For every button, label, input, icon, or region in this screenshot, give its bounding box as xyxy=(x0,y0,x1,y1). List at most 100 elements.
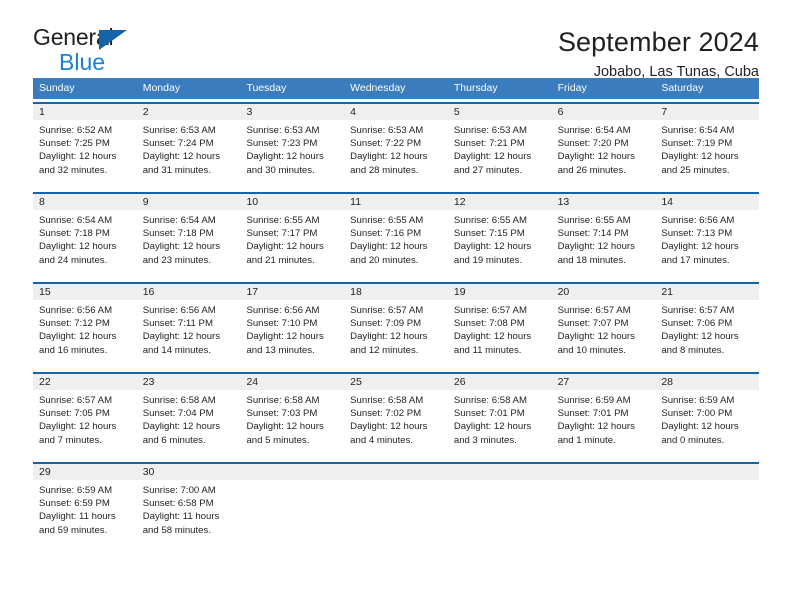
day-number: 10 xyxy=(240,194,345,210)
day-cell[interactable]: 13 Sunrise: 6:55 AM Sunset: 7:14 PM Dayligh… xyxy=(551,194,656,275)
day-detail-line: Sunset: 7:09 PM xyxy=(350,318,422,330)
day-detail-line: Daylight: 12 hours xyxy=(661,151,739,163)
day-cell[interactable]: 30 Sunrise: 7:00 AM Sunset: 6:58 PM Dayligh… xyxy=(136,464,241,545)
day-detail-line: Daylight: 12 hours xyxy=(246,331,324,343)
day-number: 20 xyxy=(551,284,656,300)
day-cell[interactable]: 22 Sunrise: 6:57 AM Sunset: 7:05 PM Dayligh… xyxy=(33,374,137,455)
day-cell[interactable]: 20 Sunrise: 6:57 AM Sunset: 7:07 PM Dayligh… xyxy=(551,284,656,365)
day-detail-line: Sunset: 7:18 PM xyxy=(142,228,214,240)
day-detail-line: Daylight: 12 hours xyxy=(246,241,324,253)
day-cell[interactable]: 9 Sunrise: 6:54 AM Sunset: 7:18 PM Daylight… xyxy=(136,194,241,275)
day-cell[interactable]: 8 Sunrise: 6:54 AM Sunset: 7:18 PM Daylight… xyxy=(33,194,137,275)
day-cell[interactable]: 11 Sunrise: 6:55 AM Sunset: 7:16 PM Dayligh… xyxy=(344,194,448,275)
day-details: Sunrise: 6:57 AM Sunset: 7:08 PM Daylight:… xyxy=(448,300,552,357)
day-number: 5 xyxy=(447,104,552,120)
day-detail-line: and 23 minutes. xyxy=(142,254,211,266)
day-number: 12 xyxy=(447,194,552,210)
day-number: 1 xyxy=(33,104,137,120)
day-cell[interactable]: 4 Sunrise: 6:53 AM Sunset: 7:22 PM Daylight… xyxy=(344,104,448,185)
day-detail-line: and 24 minutes. xyxy=(39,254,108,266)
day-details: Sunrise: 6:53 AM Sunset: 7:24 PM Daylight:… xyxy=(137,120,241,177)
day-detail-line: Daylight: 12 hours xyxy=(39,421,117,433)
day-cell[interactable]: 28 Sunrise: 6:59 AM Sunset: 7:00 PM Dayligh… xyxy=(655,374,760,455)
day-detail-line: Sunset: 7:19 PM xyxy=(661,138,733,150)
day-details: Sunrise: 6:59 AM Sunset: 6:59 PM Daylight:… xyxy=(33,480,137,537)
day-details: Sunrise: 6:58 AM Sunset: 7:01 PM Daylight:… xyxy=(448,390,552,447)
calendar-week-row: 8 Sunrise: 6:54 AM Sunset: 7:18 PM Daylight… xyxy=(33,192,760,275)
day-detail-line: Daylight: 12 hours xyxy=(453,421,532,433)
day-cell[interactable]: 3 Sunrise: 6:53 AM Sunset: 7:23 PM Daylight… xyxy=(240,104,345,185)
brand-name-general: General xyxy=(33,24,114,50)
day-detail-line: Daylight: 12 hours xyxy=(557,241,635,253)
day-cell[interactable]: 25 Sunrise: 6:58 AM Sunset: 7:02 PM Dayligh… xyxy=(344,374,448,455)
dow-monday: Monday xyxy=(142,82,181,94)
day-cell[interactable]: 12 Sunrise: 6:55 AM Sunset: 7:15 PM Dayligh… xyxy=(447,194,552,275)
day-cell[interactable]: 6 Sunrise: 6:54 AM Sunset: 7:20 PM Daylight… xyxy=(551,104,656,185)
day-cell[interactable]: 14 Sunrise: 6:56 AM Sunset: 7:13 PM Dayligh… xyxy=(655,194,760,275)
day-cell[interactable]: 23 Sunrise: 6:58 AM Sunset: 7:04 PM Dayligh… xyxy=(136,374,241,455)
day-detail-line: Daylight: 12 hours xyxy=(39,151,117,163)
day-detail-line: Daylight: 12 hours xyxy=(246,151,324,163)
day-detail-line: Sunrise: 6:59 AM xyxy=(557,395,631,406)
day-cell[interactable]: 17 Sunrise: 6:56 AM Sunset: 7:10 PM Dayligh… xyxy=(240,284,345,365)
brand-triangle-icon xyxy=(99,30,127,50)
calendar-week-row: 29 Sunrise: 6:59 AM Sunset: 6:59 PM Dayligh… xyxy=(33,462,760,545)
day-detail-line: and 7 minutes. xyxy=(39,434,102,446)
day-details: Sunrise: 6:57 AM Sunset: 7:09 PM Daylight:… xyxy=(344,300,448,357)
day-number: 14 xyxy=(655,194,760,210)
day-cell[interactable]: 2 Sunrise: 6:53 AM Sunset: 7:24 PM Daylight… xyxy=(136,104,241,185)
day-detail-line: Daylight: 12 hours xyxy=(661,331,739,343)
day-detail-line: and 19 minutes. xyxy=(453,254,523,266)
day-number: 16 xyxy=(136,284,241,300)
day-detail-line: and 20 minutes. xyxy=(350,254,419,266)
day-detail-line: Sunrise: 6:52 AM xyxy=(39,125,113,136)
day-cell[interactable]: 29 Sunrise: 6:59 AM Sunset: 6:59 PM Dayligh… xyxy=(33,464,137,545)
day-cell[interactable]: 1 Sunrise: 6:52 AM Sunset: 7:25 PM Daylight… xyxy=(33,104,137,185)
day-number xyxy=(447,464,552,480)
day-detail-line: Daylight: 12 hours xyxy=(453,241,532,253)
day-detail-line: Sunrise: 6:57 AM xyxy=(453,305,527,316)
day-cell[interactable]: 27 Sunrise: 6:59 AM Sunset: 7:01 PM Dayligh… xyxy=(551,374,656,455)
day-detail-line: Sunrise: 6:57 AM xyxy=(39,395,113,406)
day-cell[interactable]: 21 Sunrise: 6:57 AM Sunset: 7:06 PM Dayligh… xyxy=(655,284,760,365)
day-detail-line: Sunrise: 6:58 AM xyxy=(142,395,216,406)
day-details: Sunrise: 6:56 AM Sunset: 7:13 PM Daylight:… xyxy=(655,210,759,267)
day-detail-line: and 32 minutes. xyxy=(39,164,108,176)
day-number xyxy=(240,464,345,480)
day-details xyxy=(344,480,448,484)
day-cell[interactable]: 7 Sunrise: 6:54 AM Sunset: 7:19 PM Daylight… xyxy=(655,104,760,185)
day-detail-line: Sunset: 7:20 PM xyxy=(557,138,629,150)
day-number: 25 xyxy=(344,374,448,390)
day-cell[interactable]: 15 Sunrise: 6:56 AM Sunset: 7:12 PM Dayligh… xyxy=(33,284,137,365)
day-details: Sunrise: 6:55 AM Sunset: 7:17 PM Daylight:… xyxy=(240,210,344,267)
day-cell[interactable]: 10 Sunrise: 6:55 AM Sunset: 7:17 PM Dayligh… xyxy=(240,194,345,275)
day-details: Sunrise: 6:53 AM Sunset: 7:22 PM Daylight:… xyxy=(344,120,448,177)
day-details: Sunrise: 6:57 AM Sunset: 7:05 PM Daylight:… xyxy=(33,390,137,447)
day-details: Sunrise: 7:00 AM Sunset: 6:58 PM Daylight:… xyxy=(137,480,241,537)
day-detail-line: Daylight: 12 hours xyxy=(350,151,428,163)
day-detail-line: Sunrise: 6:53 AM xyxy=(453,125,527,136)
day-cell[interactable]: 16 Sunrise: 6:56 AM Sunset: 7:11 PM Dayligh… xyxy=(136,284,241,365)
calendar-grid: Sunday Monday Tuesday Wednesday Thursday… xyxy=(33,78,760,545)
day-detail-line: Sunset: 7:18 PM xyxy=(39,228,110,240)
day-cell-empty xyxy=(447,464,552,545)
day-cell[interactable]: 19 Sunrise: 6:57 AM Sunset: 7:08 PM Dayligh… xyxy=(447,284,552,365)
day-number: 11 xyxy=(344,194,448,210)
brand-logo[interactable]: General Blue xyxy=(33,26,151,74)
day-detail-line: Sunset: 7:06 PM xyxy=(661,318,733,330)
day-detail-line: and 31 minutes. xyxy=(142,164,211,176)
day-number: 15 xyxy=(33,284,137,300)
day-details: Sunrise: 6:57 AM Sunset: 7:06 PM Daylight:… xyxy=(655,300,759,357)
day-detail-line: Daylight: 12 hours xyxy=(39,331,117,343)
day-detail-line: Sunset: 7:14 PM xyxy=(557,228,629,240)
day-detail-line: and 10 minutes. xyxy=(557,344,626,356)
day-detail-line: Sunrise: 6:53 AM xyxy=(246,125,320,136)
day-cell[interactable]: 18 Sunrise: 6:57 AM Sunset: 7:09 PM Dayligh… xyxy=(344,284,448,365)
day-details: Sunrise: 6:58 AM Sunset: 7:03 PM Daylight:… xyxy=(240,390,344,447)
day-cell[interactable]: 26 Sunrise: 6:58 AM Sunset: 7:01 PM Dayligh… xyxy=(447,374,552,455)
day-number: 23 xyxy=(136,374,241,390)
day-detail-line: Sunrise: 6:58 AM xyxy=(453,395,527,406)
day-cell[interactable]: 5 Sunrise: 6:53 AM Sunset: 7:21 PM Daylight… xyxy=(447,104,552,185)
day-cell[interactable]: 24 Sunrise: 6:58 AM Sunset: 7:03 PM Dayligh… xyxy=(240,374,345,455)
day-detail-line: Sunset: 7:08 PM xyxy=(453,318,525,330)
